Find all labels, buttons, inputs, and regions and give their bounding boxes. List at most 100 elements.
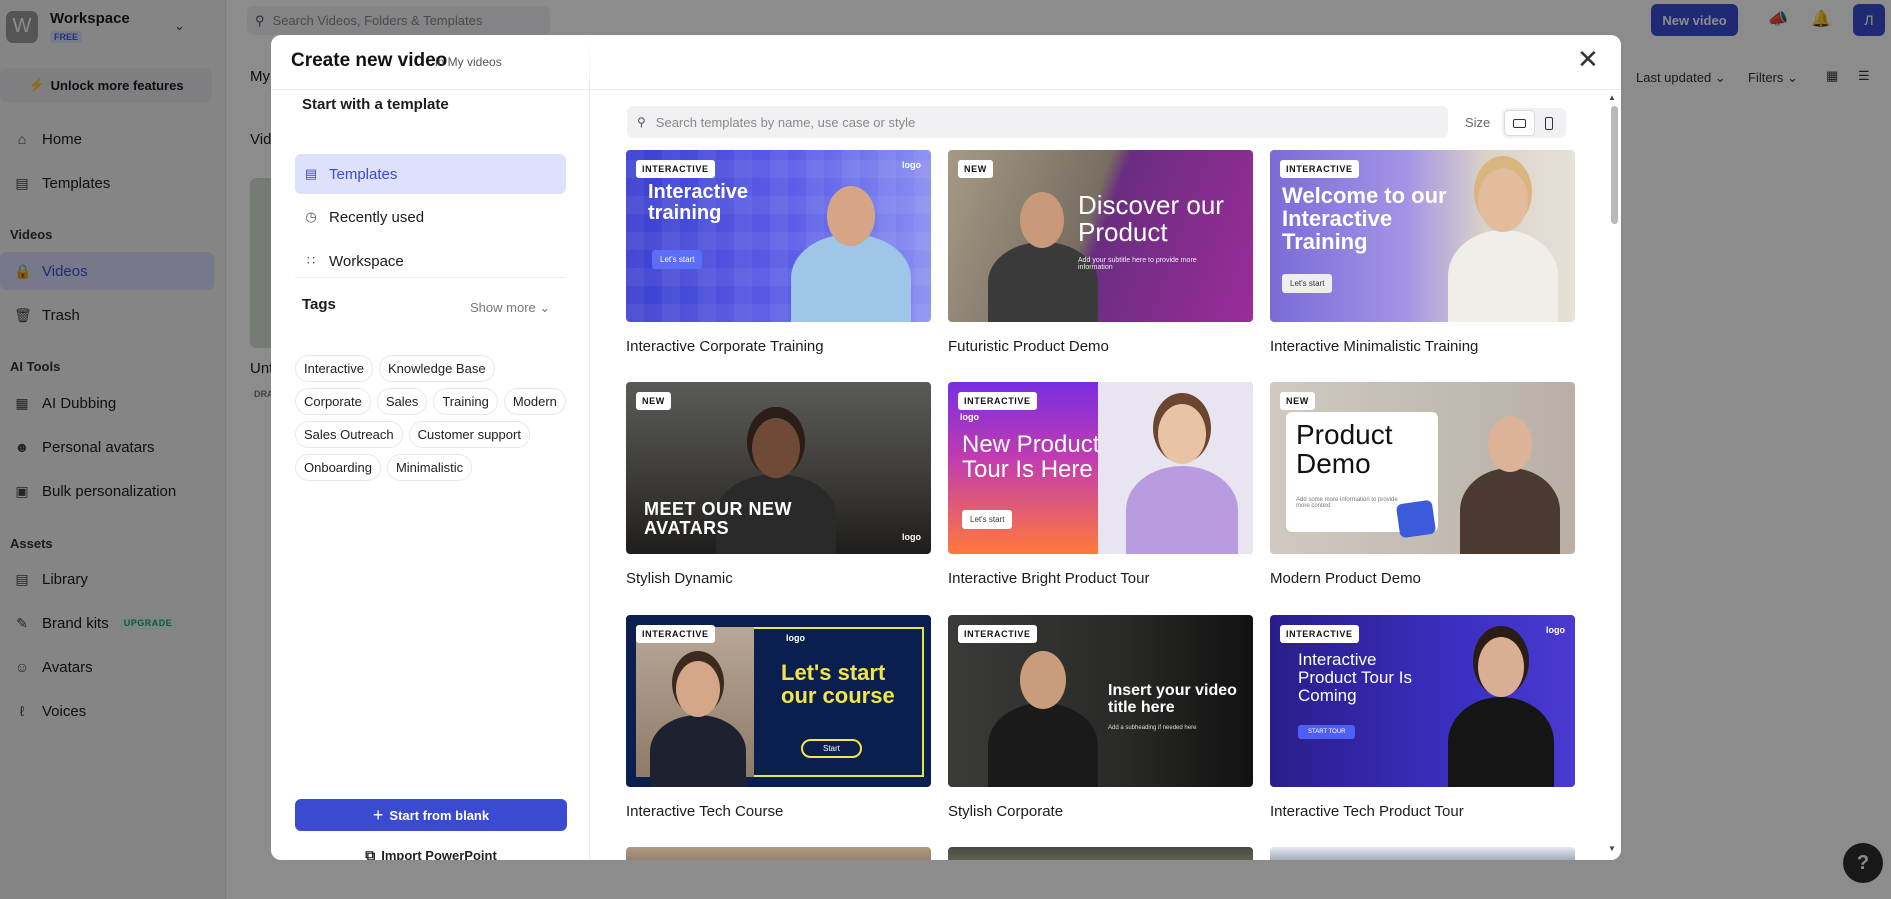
avatar-figure [1460, 404, 1560, 554]
scrollbar-thumb[interactable] [1611, 106, 1618, 224]
template-title: Modern Product Demo [1270, 570, 1421, 587]
template-thumbnail[interactable]: NEW MEET OUR NEW AVATARS logo [626, 382, 931, 554]
avatar-figure [1448, 627, 1554, 787]
template-thumbnail[interactable]: INTERACTIVE logo Let's start our course … [626, 615, 931, 787]
avatar-figure [988, 637, 1098, 787]
template-title: Interactive Bright Product Tour [948, 570, 1150, 587]
template-thumbnail[interactable] [948, 847, 1253, 860]
search-icon: ⚲ [637, 115, 646, 129]
import-icon: ⧉ [365, 846, 376, 861]
emoji-sticker [1395, 499, 1437, 539]
template-thumbnail[interactable]: INTERACTIVE logo Interactive Product Tou… [1270, 615, 1575, 787]
avatar-figure [1448, 162, 1558, 322]
size-toggle [1502, 108, 1566, 138]
template-subtitle: Add a subheading if needed here [1108, 725, 1197, 731]
scroll-up-arrow[interactable]: ▲ [1608, 93, 1616, 102]
template-headline: Insert your video title here [1108, 682, 1237, 716]
tag-sales[interactable]: Sales [376, 388, 428, 415]
template-headline: Discover our Product [1078, 190, 1224, 248]
avatar-figure [791, 172, 911, 322]
create-video-modal: Create new video in My videos ✕ Start wi… [271, 35, 1621, 860]
templates-icon: ▤ [304, 166, 318, 181]
template-headline: New Product Tour Is Here [962, 431, 1100, 484]
template-title: Interactive Tech Course [626, 803, 784, 820]
logo-mark: logo [902, 532, 921, 542]
template-card[interactable]: INTERACTIVE logo New Product Tour Is Her… [948, 382, 1253, 587]
template-title: Futuristic Product Demo [948, 338, 1109, 355]
import-powerpoint-label: Import PowerPoint [381, 847, 497, 861]
scroll-down-arrow[interactable]: ▼ [1608, 844, 1616, 853]
template-badge: NEW [636, 392, 671, 410]
template-subtitle: Add your subtitle here to provide more i… [1078, 257, 1197, 271]
template-badge: INTERACTIVE [636, 625, 715, 643]
template-thumbnail[interactable]: NEW Discover our Product Add your subtit… [948, 150, 1253, 322]
template-card[interactable]: NEW Discover our Product Add your subtit… [948, 150, 1253, 355]
template-badge: INTERACTIVE [1280, 625, 1359, 643]
tag-corporate[interactable]: Corporate [295, 388, 371, 415]
modal-nav-label: Recently used [329, 208, 425, 226]
portrait-icon [1544, 116, 1553, 130]
template-badge: NEW [1280, 392, 1315, 410]
template-search-input[interactable]: ⚲ Search templates by name, use case or … [627, 106, 1448, 138]
size-label: Size [1465, 115, 1491, 130]
avatar-figure [1126, 394, 1238, 554]
avatar-figure [650, 647, 746, 787]
template-headline: Let's start our course [781, 660, 895, 709]
template-card[interactable]: NEW Product Demo Add some more informati… [1270, 382, 1575, 587]
template-thumbnail[interactable] [626, 847, 931, 860]
template-thumbnail[interactable]: NEW Product Demo Add some more informati… [1270, 382, 1575, 554]
template-gallery: ⚲ Search templates by name, use case or … [591, 35, 1621, 860]
import-powerpoint-button[interactable]: ⧉ Import PowerPoint [295, 839, 567, 861]
template-cta: START TOUR [1298, 725, 1356, 739]
template-title: Stylish Dynamic [626, 570, 733, 587]
portrait-size-button[interactable] [1534, 111, 1563, 135]
workspace-icon: ∷ [306, 253, 316, 268]
tag-minimalistic[interactable]: Minimalistic [386, 454, 473, 481]
tag-onboarding[interactable]: Onboarding [295, 454, 381, 481]
template-badge: NEW [958, 160, 993, 178]
modal-nav-label: Workspace [329, 252, 404, 270]
template-title: Interactive Minimalistic Training [1270, 338, 1479, 355]
template-card[interactable]: NEW MEET OUR NEW AVATARS logo Stylish Dy… [626, 382, 931, 587]
template-search-placeholder: Search templates by name, use case or st… [655, 114, 916, 130]
logo-mark: logo [960, 412, 979, 422]
landscape-size-button[interactable] [1505, 111, 1534, 135]
template-title: Stylish Corporate [948, 803, 1064, 820]
tag-customer-support[interactable]: Customer support [408, 421, 530, 448]
start-with-template-heading: Start with a template [302, 96, 449, 113]
tags-heading: Tags [302, 296, 336, 313]
modal-nav-label: Templates [329, 165, 398, 183]
plus-icon: + [372, 804, 384, 825]
tag-sales-outreach[interactable]: Sales Outreach [295, 421, 403, 448]
start-from-blank-button[interactable]: + Start from blank [295, 799, 567, 831]
tag-training[interactable]: Training [433, 388, 498, 415]
template-subtitle: Add some more information to provide mor… [1296, 497, 1398, 509]
tag-modern[interactable]: Modern [503, 388, 566, 415]
template-card[interactable]: INTERACTIVE logo Let's start our course … [626, 615, 931, 820]
template-headline: MEET OUR NEW AVATARS [644, 499, 792, 538]
tag-knowledge-base[interactable]: Knowledge Base [378, 355, 495, 382]
modal-nav-templates[interactable]: ▤ Templates [295, 154, 566, 194]
show-more-button[interactable]: Show more ⌄ [470, 300, 550, 316]
template-card[interactable]: INTERACTIVE logo Interactive Product Tou… [1270, 615, 1575, 820]
modal-nav-workspace[interactable]: ∷ Workspace [295, 241, 566, 281]
modal-nav-recently-used[interactable]: ◷ Recently used [295, 197, 566, 237]
template-badge: INTERACTIVE [1280, 160, 1359, 178]
template-thumbnail[interactable]: INTERACTIVE Welcome to our Interactive T… [1270, 150, 1575, 322]
template-card[interactable]: INTERACTIVE Welcome to our Interactive T… [1270, 150, 1575, 355]
tag-interactive[interactable]: Interactive [295, 355, 373, 382]
template-cta: Let's start [652, 250, 703, 269]
template-cta: Let's start [962, 510, 1013, 529]
tag-list: Interactive Knowledge Base Corporate Sal… [295, 355, 570, 481]
template-title: Interactive Corporate Training [626, 338, 824, 355]
template-card[interactable]: INTERACTIVE logo Interactive training Le… [626, 150, 931, 355]
template-headline: Interactive training [648, 181, 749, 224]
template-thumbnail[interactable]: INTERACTIVE logo Interactive training Le… [626, 150, 931, 322]
template-thumbnail[interactable]: INTERACTIVE logo New Product Tour Is Her… [948, 382, 1253, 554]
template-thumbnail[interactable]: INTERACTIVE Insert your video title here… [948, 615, 1253, 787]
start-from-blank-label: Start from blank [389, 807, 490, 823]
template-card[interactable]: INTERACTIVE Insert your video title here… [948, 615, 1253, 820]
template-thumbnail[interactable] [1270, 847, 1575, 860]
divider [295, 277, 566, 278]
landscape-icon [1513, 118, 1526, 128]
